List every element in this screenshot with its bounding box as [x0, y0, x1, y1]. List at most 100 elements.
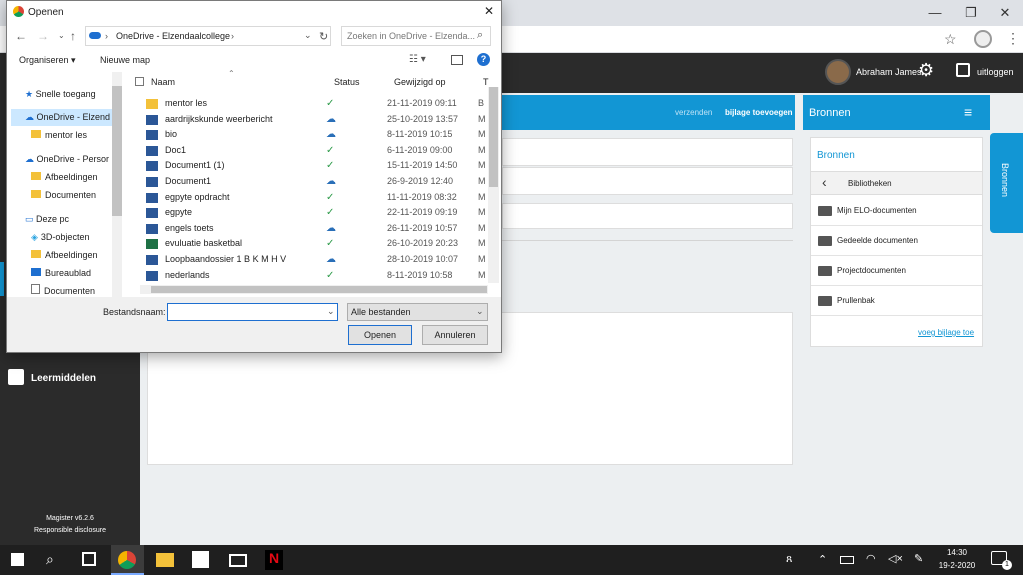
add-attachment-button[interactable]: bijlage toevoegen [725, 108, 793, 117]
responsible-disclosure-link[interactable]: Responsible disclosure [0, 527, 140, 534]
send-button[interactable]: verzenden [675, 108, 712, 117]
file-modified: 26-10-2019 20:23 [387, 238, 459, 249]
pen-icon[interactable]: ✎ [914, 552, 923, 565]
library-item[interactable]: Gedeelde documenten [811, 226, 982, 256]
file-name: Doc1 [165, 144, 187, 155]
file-row[interactable]: engels toets ☁ 26-11-2019 10:57 M [142, 221, 492, 237]
column-name[interactable]: Naam [151, 77, 175, 87]
folder-icon [31, 190, 41, 198]
add-attachment-link[interactable]: voeg bijlage toe [918, 328, 974, 337]
open-button[interactable]: Openen [348, 325, 412, 345]
filename-input[interactable] [167, 303, 338, 321]
collapse-menu-icon[interactable]: ≡ [964, 104, 972, 120]
column-modified[interactable]: Gewijzigd op [394, 77, 446, 87]
store-icon[interactable] [192, 551, 209, 568]
preview-pane-icon[interactable] [451, 55, 463, 65]
cc-field[interactable] [502, 167, 793, 195]
user-avatar[interactable] [825, 59, 851, 85]
sync-status-icon: ☁ [326, 113, 336, 125]
sync-status-icon: ✓ [326, 98, 335, 109]
nav-item-mentor-les[interactable]: mentor les [31, 126, 87, 144]
organize-button[interactable]: Organiseren ▾ [19, 55, 76, 66]
file-row[interactable]: bio ☁ 8-11-2019 10:15 M [142, 127, 492, 143]
column-status[interactable]: Status [334, 77, 360, 87]
chevron-left-icon[interactable]: ‹ [822, 174, 827, 190]
library-item[interactable]: Mijn ELO-documenten [811, 196, 982, 226]
help-icon[interactable]: ? [477, 53, 490, 66]
sources-title: Bronnen [809, 107, 851, 119]
up-arrow-icon[interactable]: ↑ [70, 29, 76, 43]
minimize-button[interactable]: — [926, 4, 944, 22]
wifi-icon[interactable]: ◠ [866, 552, 876, 565]
horizontal-scrollbar-thumb[interactable] [151, 286, 487, 293]
nav-item-desktop[interactable]: Bureaublad [31, 264, 91, 282]
nav-item-3d-objects[interactable]: ◈ 3D-objecten [31, 228, 89, 246]
recipient-field[interactable] [502, 138, 793, 166]
library-item[interactable]: Prullenbak [811, 286, 982, 316]
file-row[interactable]: Loopbaandossier 1 B K M H V ☁ 28-10-2019 1… [142, 252, 492, 268]
mail-icon[interactable] [229, 554, 247, 567]
netflix-icon[interactable]: N [265, 550, 283, 570]
recent-dropdown-icon[interactable]: ⌄ [58, 31, 65, 40]
menu-icon[interactable]: ⋮ [1006, 30, 1020, 47]
nav-item-onedrive-personal[interactable]: ☁ OneDrive - Persor [25, 150, 109, 168]
subject-field[interactable] [502, 203, 793, 229]
file-row[interactable]: mentor les ✓ 21-11-2019 09:11 B [142, 96, 492, 112]
nav-item-this-pc[interactable]: ▭ Deze pc [25, 210, 69, 228]
people-icon[interactable]: ጸ [786, 553, 792, 566]
chevron-down-icon[interactable]: ⌄ [327, 306, 335, 317]
close-window-button[interactable]: ✕ [996, 4, 1014, 22]
file-modified: 8-11-2019 10:58 [387, 269, 453, 280]
file-explorer-icon[interactable] [156, 553, 174, 567]
column-type[interactable]: T [483, 77, 489, 87]
path-segment[interactable]: OneDrive - Elzendaalcollege [116, 31, 230, 41]
battery-icon[interactable] [840, 556, 854, 564]
file-row[interactable]: Doc1 ✓ 6-11-2019 09:00 M [142, 143, 492, 159]
file-row[interactable]: Document1 ☁ 26-9-2019 12:40 M [142, 174, 492, 190]
file-row[interactable]: egpyte opdracht ✓ 11-11-2019 08:32 M [142, 190, 492, 206]
nav-item-afbeeldingen[interactable]: Afbeeldingen [31, 168, 98, 186]
file-list-scrollbar-thumb[interactable] [489, 87, 498, 187]
libraries-back-bar[interactable] [811, 171, 982, 195]
profile-avatar[interactable] [974, 30, 992, 48]
chevron-up-icon[interactable]: ⌃ [818, 553, 827, 566]
search-icon[interactable]: ⌕ [46, 551, 54, 568]
refresh-icon[interactable]: ↻ [319, 30, 328, 43]
nav-scrollbar-thumb[interactable] [112, 86, 122, 216]
task-view-icon[interactable] [82, 552, 96, 566]
file-row[interactable]: nederlands ✓ 8-11-2019 10:58 M [142, 268, 492, 284]
chevron-down-icon[interactable]: ⌄ [304, 30, 312, 41]
user-name[interactable]: Abraham James [856, 67, 922, 77]
windows-start-icon[interactable] [11, 553, 24, 566]
nav-item-onedrive-school[interactable]: ☁ OneDrive - Elzend [25, 108, 110, 126]
volume-icon[interactable]: ◁× [888, 552, 903, 565]
select-all-checkbox[interactable] [135, 77, 144, 86]
chevron-right-icon: › [231, 31, 234, 41]
bookmark-star-icon[interactable]: ☆ [944, 31, 957, 48]
file-row[interactable]: aardrijkskunde weerbericht ☁ 25-10-2019 13… [142, 112, 492, 128]
back-arrow-icon[interactable]: ← [15, 29, 27, 43]
logout-link[interactable]: uitloggen [977, 67, 1014, 77]
clock-time[interactable]: 14:30 [935, 548, 979, 557]
sidebar-item-leermiddelen[interactable]: Leermiddelen [31, 373, 96, 384]
filetype-value: Alle bestanden [351, 307, 411, 317]
nav-item-documenten[interactable]: Documenten [31, 186, 96, 204]
word-icon [146, 208, 158, 219]
settings-gear-icon[interactable]: ⚙ [918, 60, 934, 81]
view-options-icon[interactable]: ☷ ▾ [409, 54, 426, 65]
clock-date[interactable]: 19-2-2020 [935, 561, 979, 570]
restore-button[interactable]: ❐ [962, 4, 980, 22]
nav-item-quick-access[interactable]: ★ Snelle toegang [25, 85, 96, 103]
new-folder-button[interactable]: Nieuwe map [100, 55, 150, 65]
file-row[interactable]: egpyte ✓ 22-11-2019 09:19 M [142, 205, 492, 221]
file-row[interactable]: evuluatie basketbal ✓ 26-10-2019 20:23 M [142, 236, 492, 252]
search-icon[interactable]: ⌕ [477, 29, 483, 42]
library-item[interactable]: Projectdocumenten [811, 256, 982, 286]
close-icon[interactable]: ✕ [484, 4, 494, 18]
file-row[interactable]: Document1 (1) ✓ 15-11-2019 14:50 M [142, 158, 492, 174]
cancel-button[interactable]: Annuleren [422, 325, 488, 345]
file-name: Document1 [165, 176, 212, 186]
nav-item-pictures[interactable]: Afbeeldingen [31, 246, 98, 264]
forward-arrow-icon[interactable]: → [37, 29, 49, 43]
logout-icon[interactable] [956, 63, 970, 77]
